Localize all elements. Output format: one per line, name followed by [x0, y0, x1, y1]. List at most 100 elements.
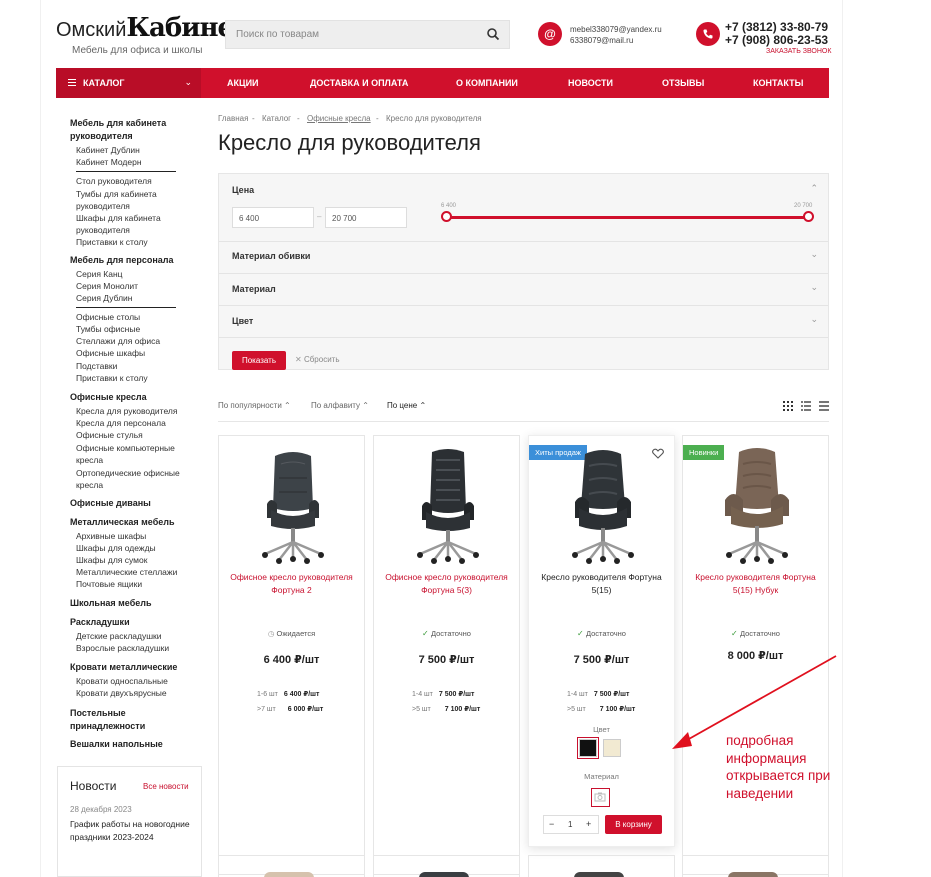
search-icon[interactable] — [486, 27, 500, 41]
nav-item-about[interactable]: О КОМПАНИИ — [456, 78, 518, 88]
product-card-hovered[interactable]: Хиты продаж Кресло руководителя Фортуна … — [528, 435, 675, 847]
news-item-link[interactable]: График работы на новогодние праздники 20… — [70, 818, 195, 843]
price-to-input[interactable]: 20 700 — [325, 207, 407, 228]
product-name-link[interactable]: Офисное кресло руководителя Фортуна 2 — [225, 571, 358, 596]
sidebar-item[interactable]: Ортопедические офисные кресла — [76, 467, 191, 492]
chevron-down-icon[interactable]: ⌄ — [810, 282, 818, 293]
sidebar-item[interactable]: Приставки к столу — [76, 373, 148, 383]
product-card[interactable]: Офисное кресло руководителя Фортуна 5(3)… — [373, 435, 520, 875]
sidebar-item[interactable]: Почтовые ящики — [76, 579, 142, 589]
nav-item-reviews[interactable]: ОТЗЫВЫ — [662, 78, 704, 88]
sidebar-item[interactable]: Тумбы офисные — [76, 324, 140, 334]
product-image[interactable] — [264, 872, 314, 877]
product-name-link[interactable]: Офисное кресло руководителя Фортуна 5(3) — [380, 571, 513, 596]
plus-button[interactable]: + — [586, 819, 591, 829]
sidebar-item[interactable]: Серия Дублин — [76, 293, 132, 303]
sidebar-item[interactable]: Шкафы для сумок — [76, 555, 147, 565]
color-swatch-black[interactable] — [577, 737, 599, 759]
product-image[interactable] — [707, 446, 807, 566]
price-from-input[interactable]: 6 400 — [232, 207, 314, 228]
sidebar-item[interactable]: Стол руководителя — [76, 176, 152, 186]
product-card[interactable]: Офисное кресло руководителя Фортуна 2 ◷ … — [218, 435, 365, 875]
show-button[interactable]: Показать — [232, 351, 286, 370]
sidebar-item[interactable]: Детские раскладушки — [76, 631, 162, 641]
minus-button[interactable]: − — [549, 819, 554, 829]
catalog-menu-button[interactable]: КАТАЛОГ ⌄ — [56, 68, 201, 98]
sidebar-item[interactable]: Шкафы для одежды — [76, 543, 156, 553]
chevron-down-icon[interactable]: ⌄ — [810, 249, 818, 260]
sidebar-heading[interactable]: Раскладушки — [70, 617, 130, 627]
phone-secondary[interactable]: +7 (908) 806-23-53 — [725, 33, 828, 47]
slider-handle-max[interactable] — [803, 211, 814, 222]
product-image[interactable] — [243, 446, 343, 566]
sidebar-item[interactable]: Приставки к столу — [76, 237, 148, 247]
sidebar-item[interactable]: Архивные шкафы — [76, 531, 146, 541]
search-box[interactable]: Поиск по товарам — [225, 20, 510, 49]
sidebar-item[interactable]: Кабинет Модерн — [76, 157, 142, 167]
price-slider-track[interactable] — [447, 216, 810, 219]
chevron-down-icon[interactable]: ⌄ — [810, 314, 818, 325]
logo[interactable]: ОмскийКабинет — [56, 13, 249, 43]
sidebar-heading[interactable]: Школьная мебель — [70, 598, 152, 608]
list-view-icon[interactable] — [801, 401, 811, 411]
nav-item-delivery[interactable]: ДОСТАВКА И ОПЛАТА — [310, 78, 408, 88]
sidebar-item[interactable]: Кровати односпальные — [76, 676, 168, 686]
email-secondary[interactable]: 6338079@mail.ru — [570, 36, 633, 45]
nav-item-contacts[interactable]: КОНТАКТЫ — [753, 78, 803, 88]
product-name-link[interactable]: Кресло руководителя Фортуна 5(15) — [535, 571, 668, 596]
sidebar-item[interactable]: Стеллажи для офиса — [76, 336, 160, 346]
product-image[interactable] — [419, 872, 469, 877]
phone-primary[interactable]: +7 (3812) 33-80-79 — [725, 20, 828, 34]
sidebar-item[interactable]: Кресла для руководителя — [76, 406, 178, 416]
color-swatch-beige[interactable] — [603, 739, 621, 757]
filter-upholstery[interactable]: Материал обивки — [232, 251, 310, 261]
sidebar-item[interactable]: Взрослые раскладушки — [76, 643, 169, 653]
chevron-up-icon[interactable]: ⌃ — [810, 183, 818, 194]
sidebar-item[interactable]: Кресла для персонала — [76, 418, 166, 428]
nav-item-promo[interactable]: АКЦИИ — [227, 78, 259, 88]
product-card[interactable] — [373, 855, 520, 877]
all-news-link[interactable]: Все новости — [143, 782, 189, 791]
sort-alphabet[interactable]: По алфавиту ⌃ — [311, 401, 369, 410]
breadcrumb-catalog[interactable]: Каталог — [262, 114, 291, 123]
reset-button[interactable]: ✕ Сбросить — [295, 355, 340, 364]
sort-price[interactable]: По цене ⌃ — [387, 401, 426, 410]
callback-link[interactable]: ЗАКАЗАТЬ ЗВОНОК — [766, 48, 831, 55]
sidebar-item[interactable]: Металлические стеллажи — [76, 567, 177, 577]
product-image[interactable] — [398, 446, 498, 566]
sidebar-item[interactable]: Кабинет Дублин — [76, 145, 140, 155]
sidebar-item[interactable]: Серия Монолит — [76, 281, 138, 291]
sort-popular[interactable]: По популярности ⌃ — [218, 401, 291, 410]
sidebar-heading[interactable]: Постельные принадлежности — [70, 707, 170, 733]
nav-item-news[interactable]: НОВОСТИ — [568, 78, 613, 88]
sidebar-item[interactable]: Тумбы для кабинета руководителя — [76, 188, 171, 213]
filter-price-label[interactable]: Цена — [232, 185, 254, 195]
search-input[interactable]: Поиск по товарам — [236, 29, 319, 40]
product-name-link[interactable]: Кресло руководителя Фортуна 5(15) Нубук — [689, 571, 822, 596]
quantity-stepper[interactable]: − 1 + — [543, 815, 599, 834]
sidebar-heading[interactable]: Кровати металлические — [70, 662, 177, 672]
sidebar-item[interactable]: Шкафы для кабинета руководителя — [76, 212, 176, 237]
quantity-value[interactable]: 1 — [568, 820, 572, 829]
product-image[interactable] — [553, 446, 653, 566]
breadcrumb-office-chairs[interactable]: Офисные кресла — [307, 114, 371, 123]
material-swatch[interactable] — [591, 788, 610, 807]
sidebar-item[interactable]: Офисные компьютерные кресла — [76, 442, 191, 467]
sidebar-item[interactable]: Офисные столы — [76, 312, 140, 322]
product-card[interactable] — [682, 855, 829, 877]
email-primary[interactable]: mebel338079@yandex.ru — [570, 25, 662, 34]
sidebar-item[interactable]: Кровати двухъярусные — [76, 688, 167, 698]
product-image[interactable] — [574, 872, 624, 877]
sidebar-heading[interactable]: Вешалки напольные — [70, 739, 163, 749]
add-to-cart-button[interactable]: В корзину — [605, 815, 662, 834]
sidebar-item[interactable]: Офисные стулья — [76, 430, 143, 440]
product-image[interactable] — [728, 872, 778, 877]
sidebar-item[interactable]: Серия Канц — [76, 269, 123, 279]
sidebar-heading[interactable]: Офисные диваны — [70, 498, 151, 508]
filter-material[interactable]: Материал — [232, 284, 276, 294]
sidebar-heading[interactable]: Мебель для кабинета руководителя — [70, 117, 190, 142]
sidebar-heading[interactable]: Мебель для персонала — [70, 255, 174, 265]
filter-color[interactable]: Цвет — [232, 316, 253, 326]
sidebar-heading[interactable]: Офисные кресла — [70, 392, 147, 402]
breadcrumb-home[interactable]: Главная — [218, 114, 248, 123]
